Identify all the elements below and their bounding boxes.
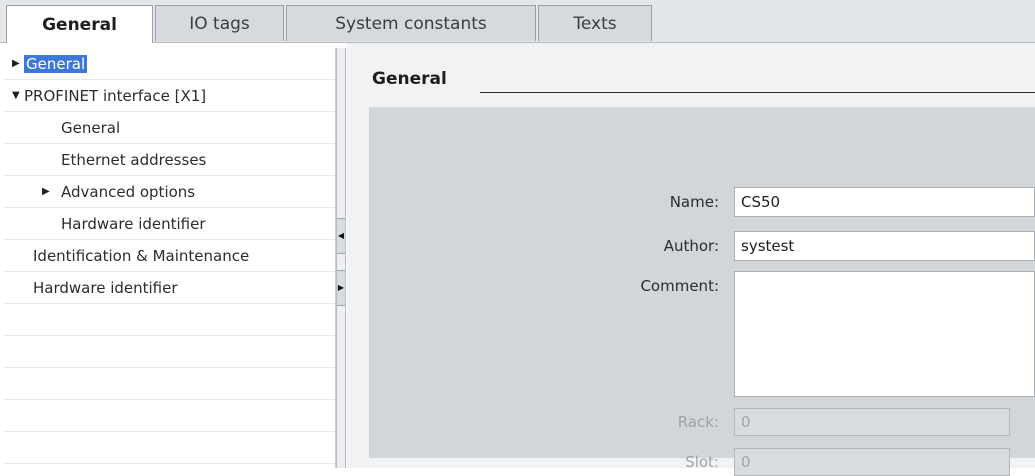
tree-empty-row xyxy=(4,432,335,464)
tab-label: Texts xyxy=(573,13,617,34)
properties-panel: General Name: CS50 Author: systest Comme… xyxy=(347,43,1035,476)
tree-item-label: Advanced options xyxy=(61,182,196,201)
name-label: Name: xyxy=(669,193,719,211)
rack-label: Rack: xyxy=(677,413,719,431)
tree-item-label: Hardware identifier xyxy=(61,214,206,233)
expand-arrow-icon[interactable]: ▶ xyxy=(12,58,24,69)
tree-item-label: PROFINET interface [X1] xyxy=(24,86,207,105)
tree-item-interface-hardware-identifier[interactable]: Hardware identifier xyxy=(4,208,335,240)
tree-empty-row xyxy=(4,400,335,432)
collapse-arrow-icon[interactable]: ▼ xyxy=(12,90,24,101)
tree-item-label: Ethernet addresses xyxy=(61,150,207,169)
tree-item-ethernet-addresses[interactable]: Ethernet addresses xyxy=(4,144,335,176)
navigation-tree: ▶ General ▼ PROFINET interface [X1] Gene… xyxy=(4,48,336,468)
tree-empty-row xyxy=(4,336,335,368)
tab-system-constants[interactable]: System constants xyxy=(286,5,536,41)
tree-item-general[interactable]: ▶ General xyxy=(4,48,335,80)
tab-label: IO tags xyxy=(189,13,250,34)
slot-label: Slot: xyxy=(685,453,719,471)
comment-label: Comment: xyxy=(640,277,719,295)
author-field[interactable]: systest xyxy=(734,231,1035,261)
expand-arrow-icon[interactable]: ▶ xyxy=(42,186,61,197)
tree-item-label: General xyxy=(61,118,121,137)
collapse-left-icon[interactable]: ◀ xyxy=(337,218,345,254)
rack-field: 0 xyxy=(734,408,1010,436)
tree-item-profinet-interface[interactable]: ▼ PROFINET interface [X1] xyxy=(4,80,335,112)
tree-item-hardware-identifier[interactable]: Hardware identifier xyxy=(4,272,335,304)
tab-label: General xyxy=(42,14,117,35)
section-title: General xyxy=(372,69,447,89)
general-form: Name: CS50 Author: systest Comment: Rack… xyxy=(369,107,1035,476)
author-label: Author: xyxy=(663,237,719,255)
tab-texts[interactable]: Texts xyxy=(538,5,652,41)
tab-label: System constants xyxy=(335,13,487,34)
section-divider xyxy=(480,92,1035,93)
expand-right-icon[interactable]: ▶ xyxy=(337,270,345,306)
tree-item-identification-maintenance[interactable]: Identification & Maintenance xyxy=(4,240,335,272)
tab-strip: General IO tags System constants Texts xyxy=(0,0,1035,43)
tree-item-label: Hardware identifier xyxy=(33,278,178,297)
slot-field: 0 xyxy=(734,448,1010,476)
panel-splitter[interactable]: ◀ ▶ xyxy=(336,48,346,468)
comment-field[interactable] xyxy=(734,271,1035,397)
tree-empty-row xyxy=(4,304,335,336)
tree-empty-row xyxy=(4,368,335,400)
tab-general[interactable]: General xyxy=(6,5,153,43)
tree-item-advanced-options[interactable]: ▶ Advanced options xyxy=(4,176,335,208)
tree-item-label: Identification & Maintenance xyxy=(33,246,250,265)
tab-io-tags[interactable]: IO tags xyxy=(155,5,284,41)
name-field[interactable]: CS50 xyxy=(734,187,1035,217)
tree-item-interface-general[interactable]: General xyxy=(4,112,335,144)
tree-item-label: General xyxy=(24,54,88,73)
